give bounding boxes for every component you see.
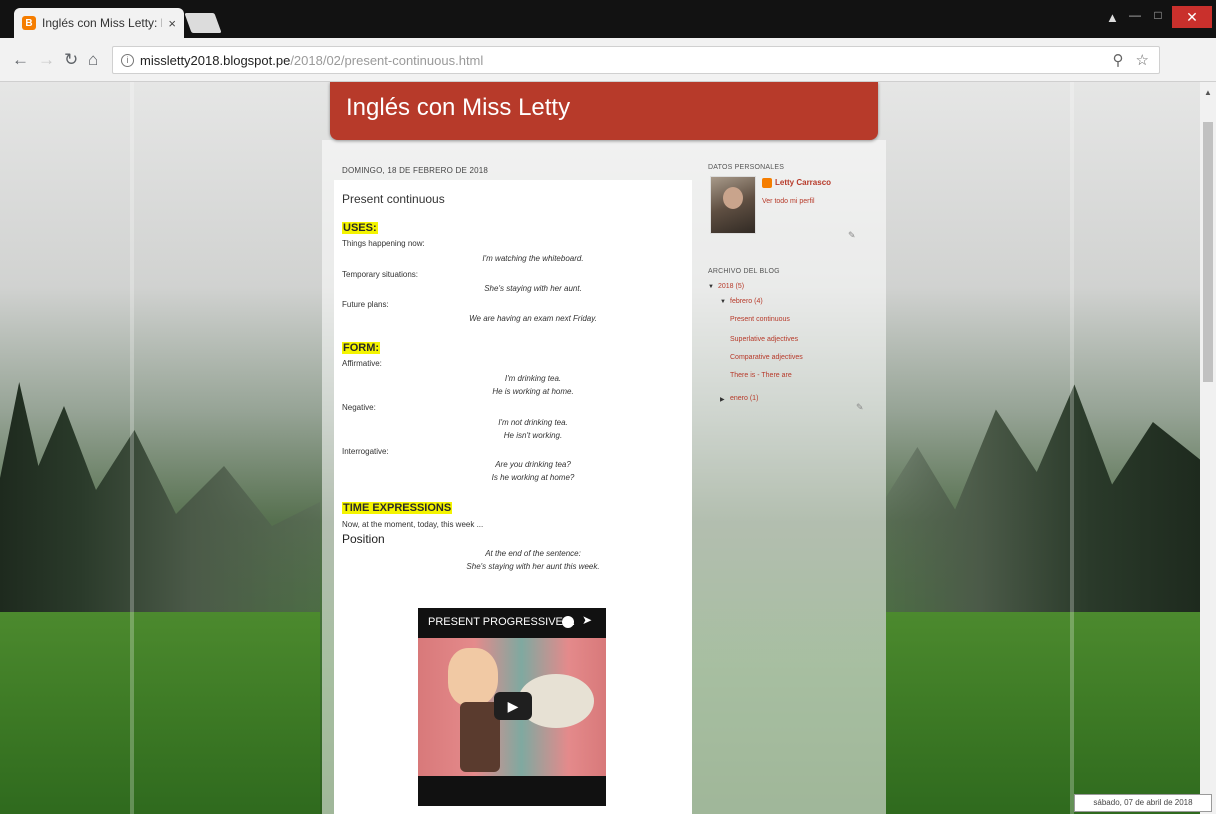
youtube-video[interactable]: PRESENT PROGRESSIVE ... ➤ ▶: [418, 608, 606, 806]
close-tab-icon[interactable]: ×: [168, 16, 176, 31]
uses-heading: USES:: [342, 222, 378, 234]
info-icon[interactable]: i: [121, 53, 134, 67]
archive-post-link[interactable]: Present continuous: [730, 316, 790, 323]
archive-post-link[interactable]: Superlative adjectives: [730, 336, 798, 343]
address-bar[interactable]: i missletty2018.blogspot.pe /2018/02/pre…: [112, 46, 1160, 74]
background-seam: [1070, 82, 1074, 814]
post-title[interactable]: Present continuous: [342, 192, 445, 206]
form-label: Negative:: [342, 403, 376, 412]
background-grass-left: [0, 612, 320, 814]
expand-triangle-icon[interactable]: ▼: [708, 284, 714, 290]
form-example: Are you drinking tea?: [495, 460, 571, 469]
blog-header: Inglés con Miss Letty: [330, 82, 878, 140]
profile-link[interactable]: Ver todo mi perfil: [762, 198, 815, 205]
form-example: He is working at home.: [492, 387, 574, 396]
blogger-profile-icon: [762, 178, 772, 188]
form-example: Is he working at home?: [491, 473, 575, 482]
reload-icon[interactable]: ↻: [64, 50, 78, 70]
uses-label: Temporary situations:: [342, 270, 419, 279]
edit-icon[interactable]: ✎: [856, 402, 864, 413]
uses-example: I'm watching the whiteboard.: [482, 254, 584, 263]
maximize-button[interactable]: □: [1148, 8, 1168, 26]
form-example: I'm drinking tea.: [504, 374, 562, 383]
zoom-icon[interactable]: ⚲: [1113, 51, 1124, 69]
position-heading: Position: [342, 532, 385, 546]
uses-label: Future plans:: [342, 300, 389, 309]
close-window-button[interactable]: ✕: [1172, 6, 1212, 28]
scrollbar-thumb[interactable]: [1203, 122, 1213, 382]
blogger-icon: B: [22, 16, 36, 30]
user-icon[interactable]: ▲: [1106, 10, 1119, 25]
time-expressions-text: Now, at the moment, today, this week ...: [342, 520, 484, 529]
post-date: DOMINGO, 18 DE FEBRERO DE 2018: [342, 166, 489, 175]
scroll-up-icon[interactable]: ▲: [1204, 88, 1212, 97]
video-title[interactable]: PRESENT PROGRESSIVE ...: [428, 616, 575, 628]
profile-name[interactable]: Letty Carrasco: [775, 178, 831, 187]
tab-title: Inglés con Miss Letty: Pr: [42, 16, 163, 30]
background-seam: [130, 82, 134, 814]
video-thumbnail[interactable]: ▶: [418, 638, 606, 776]
profile-heading: DATOS PERSONALES: [708, 164, 785, 171]
minimize-button[interactable]: —: [1125, 8, 1145, 26]
page-viewport: Inglés con Miss Letty DOMINGO, 18 DE FEB…: [0, 82, 1200, 814]
uses-example: She's staying with her aunt.: [484, 284, 582, 293]
expand-triangle-icon[interactable]: ▼: [720, 299, 726, 305]
form-label: Interrogative:: [342, 447, 389, 456]
form-heading: FORM:: [342, 342, 381, 354]
browser-tab[interactable]: B Inglés con Miss Letty: Pr ×: [14, 8, 184, 38]
position-example: At the end of the sentence:: [485, 549, 581, 558]
archive-post-link[interactable]: There is - There are: [730, 372, 792, 379]
browser-titlebar: B Inglés con Miss Letty: Pr × ▲ — □ ✕: [0, 0, 1216, 38]
form-label: Affirmative:: [342, 359, 382, 368]
archive-post-link[interactable]: Comparative adjectives: [730, 354, 803, 361]
forward-icon[interactable]: →: [38, 50, 55, 70]
back-icon[interactable]: ←: [12, 50, 29, 70]
new-tab-button[interactable]: [184, 13, 222, 33]
avatar[interactable]: [710, 176, 756, 234]
time-expressions-heading: TIME EXPRESSIONS: [342, 502, 453, 514]
watch-later-icon[interactable]: [562, 616, 574, 628]
archive-heading: ARCHIVO DEL BLOG: [708, 268, 780, 275]
url-path: /2018/02/present-continuous.html: [290, 52, 484, 68]
edit-icon[interactable]: ✎: [848, 230, 856, 241]
page-scrollbar[interactable]: ▲: [1200, 82, 1216, 814]
position-example: She's staying with her aunt this week.: [466, 562, 600, 571]
share-icon[interactable]: ➤: [582, 613, 592, 627]
bookmark-star-icon[interactable]: ☆: [1136, 51, 1149, 69]
uses-example: We are having an exam next Friday.: [469, 314, 597, 323]
uses-label: Things happening now:: [342, 239, 425, 248]
archive-year[interactable]: 2018 (5): [718, 283, 744, 290]
browser-toolbar: ← → ↻ ⌂ i missletty2018.blogspot.pe /201…: [0, 38, 1216, 108]
archive-month[interactable]: febrero (4): [730, 298, 763, 305]
cartoon-head: [448, 648, 498, 706]
archive-month[interactable]: enero (1): [730, 395, 758, 402]
home-icon[interactable]: ⌂: [88, 50, 98, 70]
avatar-face: [723, 187, 743, 209]
background-grass-right: [886, 612, 1200, 814]
blog-title[interactable]: Inglés con Miss Letty: [346, 94, 570, 122]
form-example: I'm not drinking tea.: [498, 418, 568, 427]
form-example: He isn't working.: [503, 431, 563, 440]
play-icon[interactable]: ▶: [494, 692, 532, 720]
collapse-triangle-icon[interactable]: ▶: [720, 396, 725, 403]
url-domain: missletty2018.blogspot.pe: [140, 52, 291, 68]
date-tooltip: sábado, 07 de abril de 2018: [1074, 794, 1212, 812]
